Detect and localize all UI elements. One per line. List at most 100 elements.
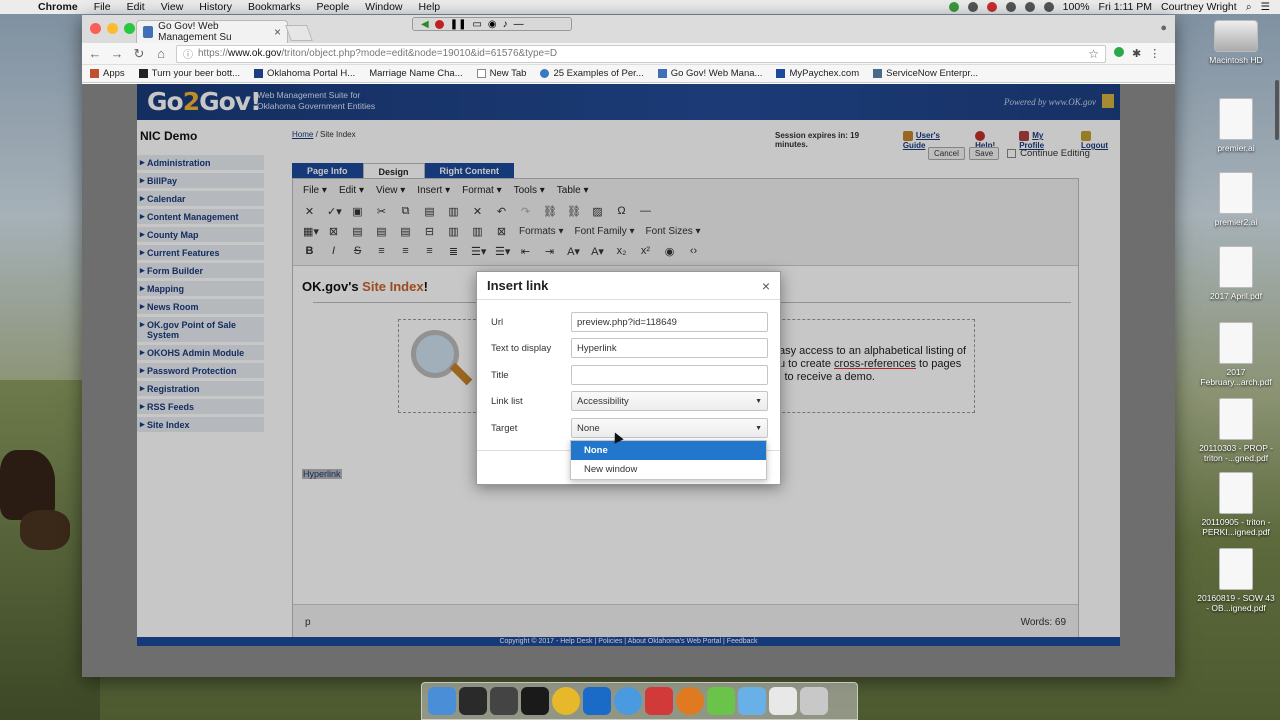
desktop-scrollbar[interactable] (1275, 80, 1279, 140)
mac-menu-bar: Chrome File Edit View History Bookmarks … (0, 0, 1280, 14)
desktop-icon-2017-february[interactable]: 2017 February...arch.pdf (1196, 322, 1276, 387)
url-field[interactable]: ⓘ https:// www.ok.gov /triton/object.php… (176, 44, 1106, 63)
target-select[interactable]: None ▼ (571, 418, 768, 438)
console-icon[interactable] (521, 687, 549, 715)
battery-percent[interactable]: 100% (1063, 1, 1090, 13)
camera-icon[interactable]: ◉ (488, 19, 497, 30)
bookmark-item[interactable]: Marriage Name Cha... (369, 68, 462, 79)
documents-icon[interactable] (769, 687, 797, 715)
bookmark-item[interactable]: New Tab (476, 68, 526, 79)
forward-icon[interactable]: → (110, 46, 124, 61)
menu-history[interactable]: History (191, 1, 240, 13)
menu-clock[interactable]: Fri 1:11 PM (1099, 1, 1152, 13)
menu-user[interactable]: Courtney Wright (1161, 1, 1237, 13)
menu-bookmarks[interactable]: Bookmarks (240, 1, 309, 13)
bookmark-favicon-icon (540, 69, 550, 78)
desktop-icon-2017-april[interactable]: 2017 April.pdf (1196, 246, 1276, 301)
mic-icon[interactable]: ♪ (503, 19, 508, 30)
timemachine-status-icon[interactable] (1024, 2, 1035, 12)
reload-icon[interactable]: ↻ (132, 46, 146, 62)
screen-recorder-bar: ◀ ❚❚ ▭ ◉ ♪ — (412, 17, 572, 31)
ai-file-icon (1219, 98, 1253, 140)
bookmark-item[interactable]: Turn your beer bott... (138, 68, 240, 79)
url-input[interactable]: preview.php?id=118649 (571, 312, 768, 332)
desktop-icon-20110905[interactable]: 20110905 - triton - PERKI...igned.pdf (1196, 472, 1276, 537)
recorder-back-icon[interactable]: ◀ (421, 19, 429, 30)
profile-icon[interactable]: ● (1160, 22, 1167, 34)
record-status-icon[interactable] (986, 2, 997, 12)
target-label: Target (491, 422, 518, 434)
notification-center-icon[interactable]: ☰ (1261, 1, 1270, 13)
chrome-window: Go Gov! Web Management Su × ◀ ❚❚ ▭ ◉ ♪ —… (82, 15, 1175, 677)
insert-link-dialog: Insert link × Url preview.php?id=118649 … (476, 271, 781, 485)
menu-file[interactable]: File (86, 1, 119, 13)
drop-status-icon[interactable] (1005, 2, 1016, 12)
pdf-file-icon (1219, 322, 1253, 364)
link-list-select[interactable]: Accessibility ▼ (571, 391, 768, 411)
menu-help[interactable]: Help (411, 1, 449, 13)
wifi-icon[interactable] (1043, 2, 1054, 12)
messages-status-icon[interactable] (948, 2, 959, 12)
bookmark-item[interactable]: 25 Examples of Per... (540, 68, 644, 79)
menu-app-name[interactable]: Chrome (30, 1, 86, 13)
extension-gear-icon[interactable]: ✱ (1132, 47, 1141, 60)
trash-icon[interactable] (800, 687, 828, 715)
screen-icon[interactable]: ▭ (472, 19, 481, 30)
bookmark-item[interactable]: MyPaychex.com (776, 68, 859, 79)
pause-icon[interactable]: ❚❚ (450, 19, 467, 30)
close-window-button[interactable] (90, 23, 101, 34)
desktop-icon-premier-ai[interactable]: premier.ai (1196, 98, 1276, 153)
snagit-icon[interactable] (645, 687, 673, 715)
recorder-minimize-icon[interactable]: — (514, 19, 524, 30)
chrome-icon[interactable] (552, 687, 580, 715)
minimize-window-button[interactable] (107, 23, 118, 34)
messages-icon[interactable] (614, 687, 642, 715)
close-tab-icon[interactable]: × (274, 25, 281, 39)
record-icon[interactable] (434, 19, 444, 29)
activity-monitor-icon[interactable] (459, 687, 487, 715)
target-option-new-window[interactable]: New window (571, 460, 766, 479)
pdf-file-icon (1219, 246, 1253, 288)
bookmark-item[interactable]: ServiceNow Enterpr... (873, 68, 978, 79)
page-icon (476, 69, 486, 78)
firefox-icon[interactable] (676, 687, 704, 715)
back-icon[interactable]: ← (88, 46, 102, 61)
servicenow-favicon-icon (873, 69, 883, 78)
menu-window[interactable]: Window (357, 1, 410, 13)
close-icon[interactable]: × (762, 278, 770, 294)
dashboard-icon[interactable] (490, 687, 518, 715)
messaging-app-icon[interactable] (707, 687, 735, 715)
bookmark-item[interactable]: Oklahoma Portal H... (254, 68, 355, 79)
applications-folder-icon[interactable] (738, 687, 766, 715)
text-to-display-input[interactable]: Hyperlink (571, 338, 768, 358)
menu-people[interactable]: People (308, 1, 357, 13)
menu-view[interactable]: View (153, 1, 192, 13)
new-tab-button[interactable] (285, 25, 313, 41)
desktop-icon-macintosh-hd[interactable]: Macintosh HD (1196, 20, 1276, 65)
extension-green-icon[interactable] (1114, 47, 1124, 57)
desktop-icon-20110303[interactable]: 20110303 - PROP - triton -...gned.pdf (1196, 398, 1276, 463)
target-option-none[interactable]: None (571, 441, 766, 460)
spotlight-icon[interactable]: ⌕ (1246, 1, 1252, 14)
apps-grid-icon (90, 69, 99, 78)
menu-edit[interactable]: Edit (119, 1, 153, 13)
finder-icon[interactable] (428, 687, 456, 715)
browser-tab-active[interactable]: Go Gov! Web Management Su × (136, 20, 288, 43)
home-icon[interactable]: ⌂ (154, 46, 168, 61)
outlook-icon[interactable] (583, 687, 611, 715)
desktop-icon-premier2-ai[interactable]: premier2.ai (1196, 172, 1276, 227)
chevron-down-icon: ▼ (755, 397, 762, 405)
cc-status-icon[interactable] (967, 2, 978, 12)
address-bar-row: ← → ↻ ⌂ ⓘ https:// www.ok.gov /triton/ob… (82, 43, 1175, 65)
url-row: Url preview.php?id=118649 (491, 312, 768, 332)
title-input[interactable] (571, 365, 768, 385)
target-dropdown-list: None New window (570, 440, 767, 480)
bookmark-star-icon[interactable]: ☆ (1088, 47, 1099, 61)
desktop-icon-20160819[interactable]: 20160819 - SOW 43 - OB...igned.pdf (1196, 548, 1276, 613)
pdf-file-icon (1219, 472, 1253, 514)
chrome-menu-icon[interactable]: ⋮ (1149, 47, 1160, 60)
info-icon[interactable]: ⓘ (183, 46, 193, 61)
zoom-window-button[interactable] (124, 23, 135, 34)
bookmark-apps[interactable]: Apps (90, 68, 125, 79)
bookmark-item[interactable]: Go Gov! Web Mana... (657, 68, 762, 79)
